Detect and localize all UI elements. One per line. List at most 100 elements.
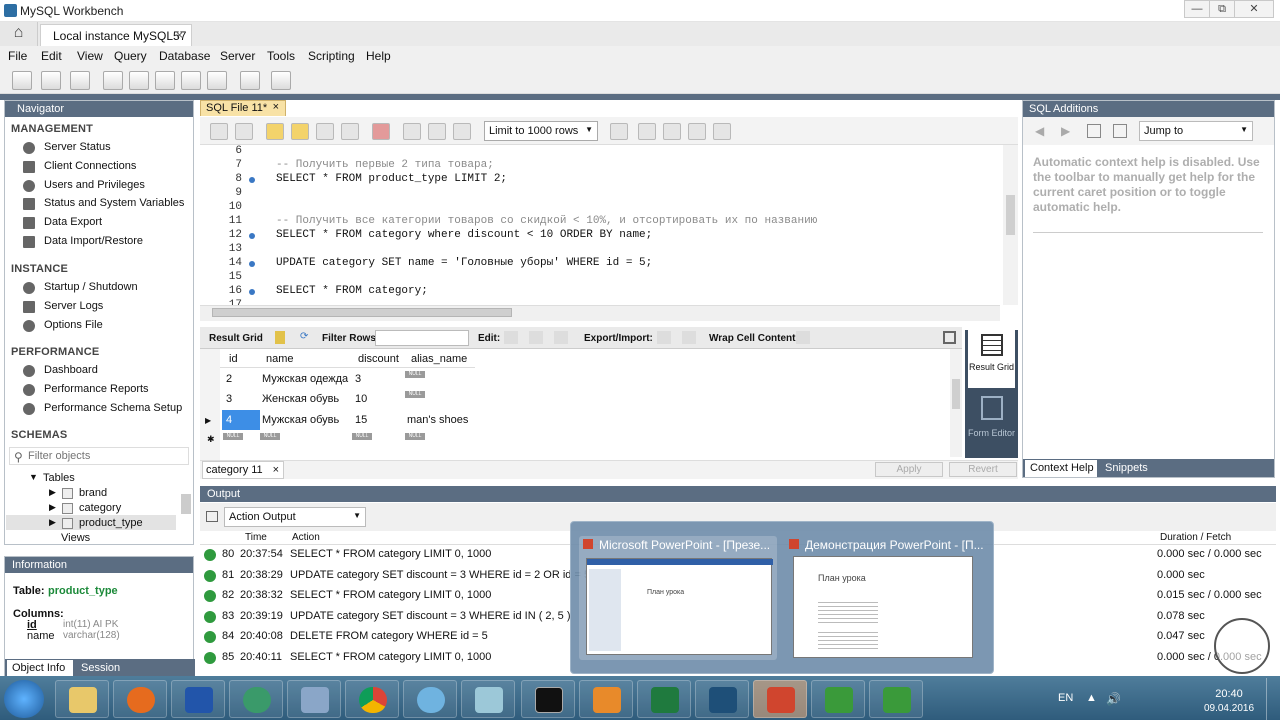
- limit-rows-select[interactable]: Limit to 1000 rows ▼: [484, 121, 598, 141]
- open-file-icon[interactable]: [210, 123, 228, 140]
- column-header-name[interactable]: name: [266, 353, 294, 365]
- taskbar-chrome[interactable]: [345, 680, 399, 718]
- search-table-data-icon[interactable]: [240, 71, 260, 90]
- export-icon[interactable]: [657, 331, 671, 344]
- create-view-icon[interactable]: [155, 71, 175, 90]
- code-line[interactable]: -- Получить первые 2 типа товара;: [276, 159, 494, 171]
- language-indicator[interactable]: EN: [1058, 692, 1073, 704]
- scroll-thumb[interactable]: [952, 379, 960, 409]
- null-badge[interactable]: NULL: [405, 371, 425, 378]
- invisible-chars-icon[interactable]: [688, 123, 706, 140]
- create-procedure-icon[interactable]: [181, 71, 201, 90]
- cell-discount[interactable]: 15: [355, 414, 367, 426]
- stop-icon[interactable]: [341, 123, 359, 140]
- minimize-button[interactable]: —: [1184, 0, 1210, 18]
- cell-name[interactable]: Мужская обувь: [262, 414, 339, 426]
- back-arrow-icon[interactable]: ◀: [1035, 124, 1044, 138]
- save-icon[interactable]: [235, 123, 253, 140]
- null-badge[interactable]: NULL: [223, 433, 243, 440]
- menu-file[interactable]: File: [8, 49, 27, 63]
- taskbar-firefox[interactable]: [113, 680, 167, 718]
- open-sql-script-icon[interactable]: [41, 71, 61, 90]
- tab-snippets[interactable]: Snippets: [1105, 462, 1148, 474]
- scroll-thumb[interactable]: [1006, 195, 1015, 235]
- grid-vertical-scrollbar[interactable]: [950, 349, 962, 457]
- column-header-discount[interactable]: discount: [358, 353, 399, 365]
- menu-help[interactable]: Help: [366, 49, 391, 63]
- copy-output-icon[interactable]: [206, 511, 218, 522]
- explain-icon[interactable]: [316, 123, 334, 140]
- close-tab-icon[interactable]: ×: [273, 101, 279, 113]
- null-badge[interactable]: NULL: [352, 433, 372, 440]
- code-line[interactable]: UPDATE category SET name = 'Головные убо…: [276, 257, 652, 269]
- result-tab[interactable]: category 11 ×: [202, 461, 284, 479]
- schema-filter-box[interactable]: ⚲: [9, 447, 189, 465]
- cell-id[interactable]: 4: [226, 414, 232, 426]
- null-badge[interactable]: NULL: [405, 391, 425, 398]
- taskbar-search-app[interactable]: [403, 680, 457, 718]
- edit-row-icon[interactable]: [504, 331, 518, 344]
- add-snippet-icon[interactable]: [610, 123, 628, 140]
- home-tab-button[interactable]: ⌂: [0, 22, 38, 46]
- new-sql-tab-icon[interactable]: [12, 71, 32, 90]
- taskbar-mysql-console[interactable]: [521, 680, 575, 718]
- column-header-alias-name[interactable]: alias_name: [411, 353, 467, 365]
- editor-vertical-scrollbar[interactable]: [1003, 145, 1018, 305]
- cell-discount[interactable]: 3: [355, 373, 361, 385]
- wrap-cell-icon[interactable]: [796, 331, 810, 344]
- stop-on-error-icon[interactable]: [372, 123, 390, 140]
- null-badge[interactable]: NULL: [405, 433, 425, 440]
- code-line[interactable]: -- Получить все категории товаров со ски…: [276, 215, 817, 227]
- menu-view[interactable]: View: [77, 49, 103, 63]
- commit-icon[interactable]: [403, 123, 421, 140]
- autocommit-icon[interactable]: [453, 123, 471, 140]
- create-table-icon[interactable]: [129, 71, 149, 90]
- taskbar-excel[interactable]: [637, 680, 691, 718]
- sql-file-tab[interactable]: SQL File 11* ×: [200, 100, 286, 116]
- code-line[interactable]: SELECT * FROM category;: [276, 285, 428, 297]
- start-button[interactable]: [4, 680, 44, 718]
- beautify-icon[interactable]: [638, 123, 656, 140]
- preview-window-left[interactable]: Microsoft PowerPoint - [Презе... План ур…: [579, 536, 777, 660]
- tab-object-info[interactable]: Object Info: [7, 660, 73, 676]
- volume-icon[interactable]: 🔊: [1106, 692, 1121, 706]
- execute-current-icon[interactable]: [291, 123, 309, 140]
- close-tab-icon[interactable]: ×: [273, 464, 279, 476]
- taskbar-app-c2[interactable]: [869, 680, 923, 718]
- taskbar-powerpoint[interactable]: [753, 680, 807, 718]
- execute-icon[interactable]: [266, 123, 284, 140]
- column-header-id[interactable]: id: [229, 353, 238, 365]
- cell-discount[interactable]: 10: [355, 393, 367, 405]
- maximize-button[interactable]: ⧉: [1209, 0, 1235, 18]
- close-tab-icon[interactable]: ×: [176, 28, 183, 42]
- find-icon[interactable]: [663, 123, 681, 140]
- menu-tools[interactable]: Tools: [267, 49, 295, 63]
- jump-to-select[interactable]: Jump to ▼: [1139, 121, 1253, 141]
- cell-id[interactable]: 3: [226, 393, 232, 405]
- wrap-lines-icon[interactable]: [713, 123, 731, 140]
- menu-query[interactable]: Query: [114, 49, 147, 63]
- clock-time[interactable]: 20:40: [1204, 688, 1254, 700]
- forward-arrow-icon[interactable]: ▶: [1061, 124, 1070, 138]
- toggle-panel-icon[interactable]: [943, 331, 956, 344]
- horizontal-scroll-thumb[interactable]: [212, 308, 512, 317]
- clock-date[interactable]: 09.04.2016: [1200, 703, 1258, 714]
- apply-button[interactable]: Apply: [875, 462, 943, 477]
- insert-row-icon[interactable]: [529, 331, 543, 344]
- schemas-scrollbar[interactable]: [181, 494, 191, 514]
- show-desktop-button[interactable]: [1266, 678, 1280, 720]
- form-editor-side-button[interactable]: Form Editor: [968, 392, 1015, 456]
- grid-view-icon[interactable]: [275, 331, 285, 344]
- import-icon[interactable]: [682, 331, 696, 344]
- close-window-button[interactable]: ✕: [1234, 0, 1274, 18]
- taskbar-app-green[interactable]: [229, 680, 283, 718]
- delete-row-icon[interactable]: [554, 331, 568, 344]
- code-line[interactable]: SELECT * FROM product_type LIMIT 2;: [276, 173, 507, 185]
- show-hidden-icons-icon[interactable]: ▲: [1086, 692, 1097, 704]
- schema-filter-input[interactable]: [28, 449, 183, 463]
- taskbar-pdf[interactable]: [579, 680, 633, 718]
- taskbar-app-blue[interactable]: [171, 680, 225, 718]
- cell-name[interactable]: Мужская одежда: [262, 373, 348, 385]
- menu-scripting[interactable]: Scripting: [308, 49, 355, 63]
- manual-help-icon[interactable]: [1087, 124, 1101, 138]
